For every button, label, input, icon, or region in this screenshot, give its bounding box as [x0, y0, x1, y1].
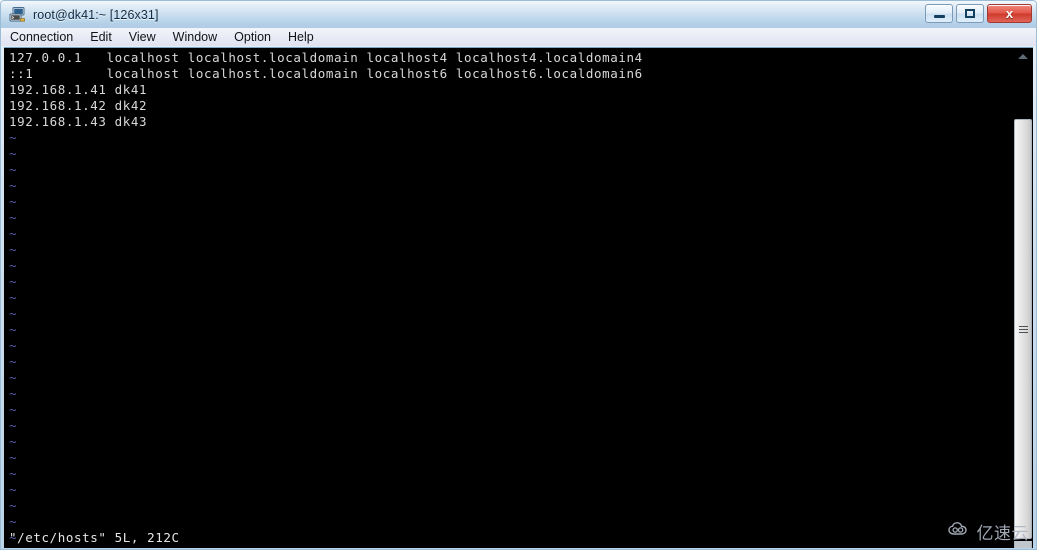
terminal-empty-line-marker: ~: [9, 354, 18, 369]
menu-item-view[interactable]: View: [129, 30, 165, 44]
terminal-empty-line-marker: ~: [9, 386, 18, 401]
terminal-screen[interactable]: 127.0.0.1 localhost localhost.localdomai…: [4, 48, 1011, 548]
menu-item-window[interactable]: Window: [173, 30, 226, 44]
terminal-empty-line-marker: ~: [9, 306, 18, 321]
terminal-empty-line-marker: ~: [9, 370, 18, 385]
vim-status-line: "/etc/hosts" 5L, 212C: [9, 530, 180, 545]
window-title: root@dk41:~ [126x31]: [33, 7, 159, 22]
terminal-empty-line-marker: ~: [9, 274, 18, 289]
scroll-up-button[interactable]: [1013, 48, 1032, 65]
title-bar[interactable]: root@dk41:~ [126x31] x: [1, 1, 1036, 28]
terminal-empty-line-marker: ~: [9, 146, 18, 161]
close-icon: x: [1005, 6, 1014, 21]
minimize-button[interactable]: [925, 4, 953, 23]
scroll-up-arrow-icon: [1017, 54, 1028, 59]
terminal-scrollbar[interactable]: [1011, 48, 1033, 548]
menu-item-edit[interactable]: Edit: [90, 30, 121, 44]
menu-item-help[interactable]: Help: [288, 30, 323, 44]
terminal-line: ::1 localhost localhost.localdomain loca…: [9, 66, 643, 81]
scrollbar-track-bottom[interactable]: [1014, 541, 1032, 548]
terminal-empty-line-marker: ~: [9, 322, 18, 337]
close-button[interactable]: x: [987, 4, 1032, 23]
terminal-empty-line-marker: ~: [9, 210, 18, 225]
menu-item-option[interactable]: Option: [234, 30, 280, 44]
terminal-empty-line-marker: ~: [9, 162, 18, 177]
maximize-icon: [965, 9, 975, 18]
terminal-empty-line-marker: ~: [9, 130, 18, 145]
terminal-line: 192.168.1.43 dk43: [9, 114, 148, 129]
scrollbar-grip-icon: [1018, 324, 1028, 335]
terminal-line: 192.168.1.41 dk41: [9, 82, 148, 97]
terminal-empty-line-marker: ~: [9, 418, 18, 433]
terminal-line: 127.0.0.1 localhost localhost.localdomai…: [9, 50, 643, 65]
terminal-empty-line-marker: ~: [9, 178, 18, 193]
terminal-empty-line-marker: ~: [9, 482, 18, 497]
terminal-empty-line-marker: ~: [9, 290, 18, 305]
scrollbar-thumb[interactable]: [1014, 119, 1032, 539]
terminal-empty-line-marker: ~: [9, 498, 18, 513]
terminal-empty-line-marker: ~: [9, 402, 18, 417]
terminal-empty-line-marker: ~: [9, 466, 18, 481]
terminal-line: 192.168.1.42 dk42: [9, 98, 148, 113]
terminal-window-icon: [9, 6, 26, 23]
application-window: root@dk41:~ [126x31] x Connection Edit V…: [0, 0, 1037, 550]
menu-bar: Connection Edit View Window Option Help: [1, 28, 1036, 46]
window-controls: x: [925, 4, 1032, 23]
terminal-empty-line-marker: ~: [9, 226, 18, 241]
terminal-empty-line-marker: ~: [9, 450, 18, 465]
maximize-button[interactable]: [956, 4, 984, 23]
terminal-empty-line-marker: ~: [9, 338, 18, 353]
terminal-empty-line-marker: ~: [9, 434, 18, 449]
menu-item-connection[interactable]: Connection: [10, 30, 82, 44]
terminal-empty-line-marker: ~: [9, 242, 18, 257]
terminal-empty-line-marker: ~: [9, 258, 18, 273]
terminal-panel: 127.0.0.1 localhost localhost.localdomai…: [4, 47, 1033, 548]
minimize-icon: [933, 15, 945, 18]
terminal-text-buffer: 127.0.0.1 localhost localhost.localdomai…: [9, 50, 1011, 546]
terminal-empty-line-marker: ~: [9, 514, 18, 529]
terminal-empty-line-marker: ~: [9, 194, 18, 209]
